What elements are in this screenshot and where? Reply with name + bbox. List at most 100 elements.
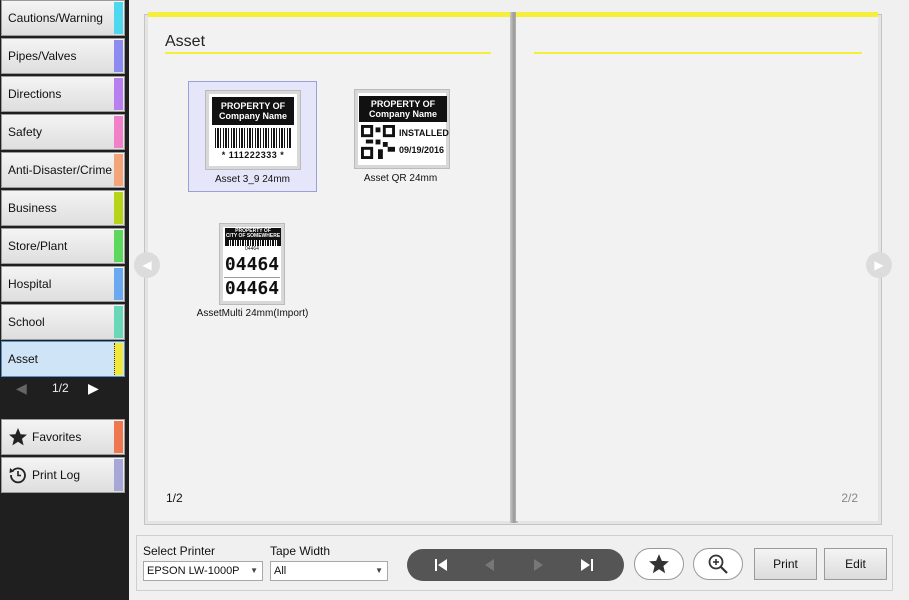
label-item-caption: Asset 3_9 24mm (214, 174, 291, 185)
label-thumbnail: PROPERTY OF CITY OF SOMEWHERE 04464 0446… (219, 223, 285, 305)
skip-last-icon (581, 559, 593, 571)
category-anti-disaster-crime[interactable]: Anti-Disaster/Crime (1, 152, 125, 188)
tape-width-label: Tape Width (270, 544, 331, 558)
label-text-line: INSTALLED (399, 128, 449, 138)
favorites-color-strip (114, 421, 123, 453)
favorites-label: Favorites (32, 430, 82, 444)
category-label: Store/Plant (8, 239, 68, 253)
category-color-strip (114, 268, 123, 300)
label-text-line: Company Name (218, 111, 288, 121)
bottom-toolbar: Select Printer EPSON LW-1000P ▼ Tape Wid… (136, 535, 893, 591)
category-sidebar: Cautions/Warning Pipes/Valves Directions… (0, 0, 129, 600)
category-cautions-warning[interactable]: Cautions/Warning (1, 0, 125, 36)
printer-label: Select Printer (143, 544, 216, 558)
printer-value: EPSON LW-1000P (147, 565, 240, 577)
category-color-strip (114, 230, 123, 262)
label-text-line: 09/19/2016 (399, 145, 445, 155)
last-page-button[interactable] (575, 555, 599, 575)
category-label: Directions (8, 87, 62, 101)
label-text-line: * 111222333 * (221, 150, 285, 160)
category-directions[interactable]: Directions (1, 76, 125, 112)
category-label: Safety (8, 125, 43, 139)
left-page-number: 1/2 (166, 491, 183, 505)
category-label: Anti-Disaster/Crime (8, 163, 113, 177)
star-icon (649, 554, 669, 574)
next-icon (534, 559, 543, 571)
label-item-caption: Asset QR 24mm (363, 173, 438, 184)
category-label: Asset (8, 352, 39, 366)
category-safety[interactable]: Safety (1, 114, 125, 150)
print-log-color-strip (114, 459, 123, 491)
category-color-strip (114, 116, 123, 148)
label-item-caption: AssetMulti 24mm(Import) (196, 308, 309, 319)
chevron-left-icon: ◀ (142, 258, 152, 272)
prev-page-arrow-icon[interactable]: ◀ (16, 380, 27, 397)
category-hospital[interactable]: Hospital (1, 266, 125, 302)
first-page-button[interactable] (429, 555, 453, 575)
print-log-button[interactable]: Print Log (1, 457, 125, 493)
previous-icon (485, 559, 494, 571)
barcode-graphic (215, 128, 291, 148)
category-color-strip (114, 192, 123, 224)
next-page-arrow-icon[interactable]: ▶ (88, 380, 99, 397)
left-page: Asset PROPERTY OF Company Name * 1112223… (148, 12, 512, 521)
label-text-line: Company Name (368, 109, 438, 119)
chevron-down-icon: ▼ (375, 566, 383, 575)
category-school[interactable]: School (1, 304, 125, 340)
category-business[interactable]: Business (1, 190, 125, 226)
category-label: Hospital (8, 277, 52, 291)
label-item-asset-qr[interactable]: PROPERTY OF Company Name INSTALLED 09/19… (336, 81, 465, 192)
next-page-button-bar[interactable] (527, 555, 551, 575)
printer-select[interactable]: EPSON LW-1000P ▼ (143, 561, 263, 581)
print-button[interactable]: Print (754, 548, 817, 580)
category-label: School (8, 315, 45, 329)
category-color-strip (114, 40, 123, 72)
right-page: 2/2 (516, 12, 878, 521)
category-label: Cautions/Warning (8, 11, 103, 25)
favorites-button[interactable]: Favorites (1, 419, 125, 455)
title-underline (534, 52, 862, 54)
edit-button[interactable]: Edit (824, 548, 887, 580)
label-text-line: 04464 (245, 246, 259, 252)
label-thumbnail: PROPERTY OF Company Name * 111222333 * (205, 90, 301, 170)
category-pipes-valves[interactable]: Pipes/Valves (1, 38, 125, 74)
category-asset[interactable]: Asset (1, 341, 125, 377)
history-icon (8, 465, 28, 485)
label-item-asset-3-9[interactable]: PROPERTY OF Company Name * 111222333 * A… (188, 81, 317, 192)
skip-first-icon (435, 559, 447, 571)
title-underline (165, 52, 491, 54)
label-text-line: 04464 (224, 278, 280, 299)
label-catalog-book: Asset PROPERTY OF Company Name * 1112223… (142, 12, 882, 525)
prev-page-button[interactable]: ◀ (134, 252, 160, 278)
next-page-button[interactable]: ▶ (866, 252, 892, 278)
category-label: Pipes/Valves (8, 49, 77, 63)
chevron-down-icon: ▼ (250, 566, 258, 575)
category-color-strip (114, 154, 123, 186)
category-color-strip (114, 2, 123, 34)
print-log-label: Print Log (32, 468, 81, 482)
label-item-asset-multi[interactable]: PROPERTY OF CITY OF SOMEWHERE 04464 0446… (188, 223, 317, 334)
category-store-plant[interactable]: Store/Plant (1, 228, 125, 264)
label-text-line: PROPERTY OF (220, 101, 286, 111)
category-color-strip (114, 343, 123, 375)
chevron-right-icon: ▶ (874, 258, 884, 272)
tape-width-select[interactable]: All ▼ (270, 561, 388, 581)
label-text-line: PROPERTY OF (370, 99, 436, 109)
star-icon (8, 427, 28, 447)
category-pager: ◀ 1/2 ▶ (0, 378, 129, 398)
page-title: Asset (165, 33, 206, 50)
page-navigation-bar (407, 549, 624, 581)
label-text-line: 04464 (224, 254, 280, 275)
zoom-button[interactable] (693, 548, 743, 580)
label-text-line: CITY OF SOMEWHERE (225, 233, 281, 239)
qr-code-graphic (361, 125, 395, 159)
category-color-strip (114, 306, 123, 338)
label-thumbnail: PROPERTY OF Company Name INSTALLED 09/19… (354, 89, 450, 169)
previous-page-button[interactable] (477, 555, 501, 575)
add-favorite-button[interactable] (634, 548, 684, 580)
category-color-strip (114, 78, 123, 110)
tape-width-value: All (274, 565, 287, 577)
zoom-in-icon (708, 554, 728, 574)
category-page-indicator: 1/2 (52, 381, 69, 395)
category-label: Business (8, 201, 57, 215)
